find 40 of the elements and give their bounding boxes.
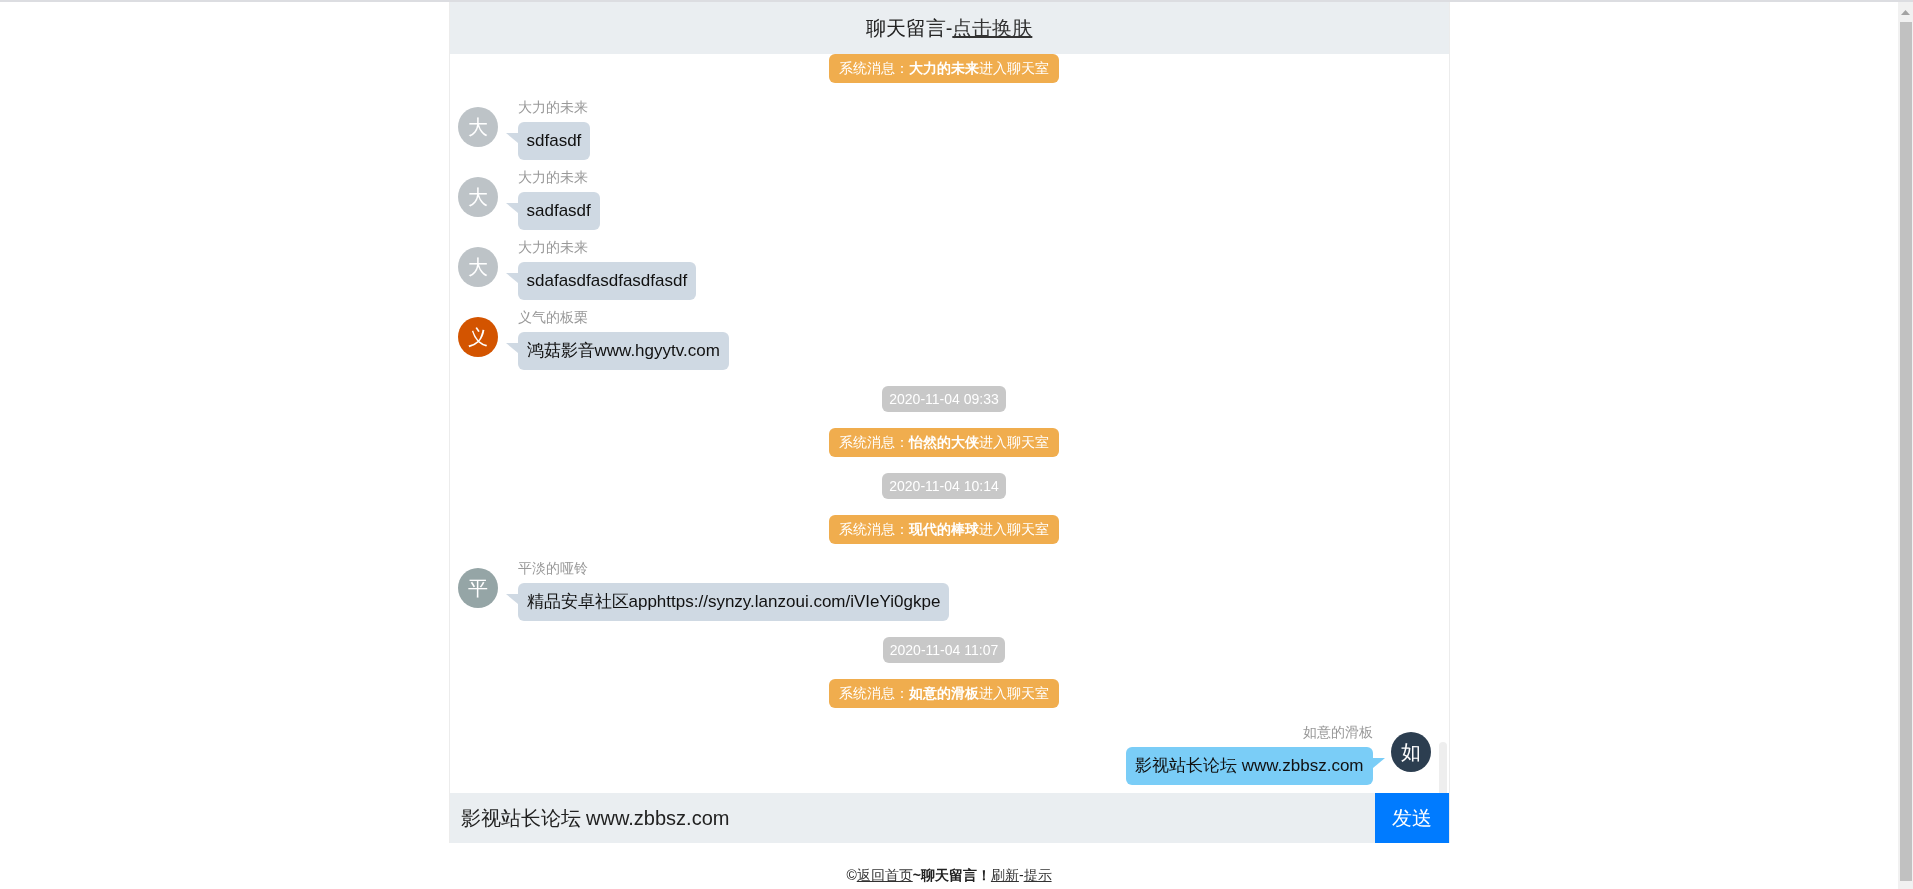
sender-name: 大力的未来	[517, 169, 588, 186]
bubble-tail-icon	[505, 343, 518, 353]
user-avatar: 大	[457, 177, 498, 217]
user-avatar: 大	[457, 247, 498, 287]
footer-link[interactable]: 提示	[1023, 867, 1052, 883]
message-input[interactable]: 影视站长论坛 www.zbbsz.com	[449, 793, 1375, 843]
message-bubble: sadfasdf	[517, 192, 600, 230]
message-bubble: 影视站长论坛 www.zbbsz.com	[1125, 747, 1373, 785]
bubble-tail-icon	[505, 133, 518, 143]
footer-link[interactable]: 刷新	[990, 867, 1019, 883]
bubble-tail-icon	[505, 594, 518, 604]
skin-link[interactable]: 点击换肤	[952, 16, 1033, 39]
system-message: 系统消息：大力的未来进入聊天室	[829, 54, 1059, 83]
sender-name: 平淡的哑铃	[517, 560, 588, 577]
user-avatar: 平	[457, 568, 498, 608]
user-avatar: 义	[457, 317, 498, 357]
header-title: 聊天留言-点击换肤	[865, 15, 1033, 41]
sender-name: 大力的未来	[517, 239, 588, 256]
bubble-tail-icon	[505, 203, 518, 213]
chat-scrollbar[interactable]	[1438, 742, 1447, 793]
bubble-tail-icon	[505, 273, 518, 283]
system-message: 系统消息：现代的棒球进入聊天室	[829, 515, 1059, 544]
sender-name: 大力的未来	[517, 99, 588, 116]
page-scrollbar[interactable]	[1898, 2, 1913, 889]
message-bubble: sdafasdfasdfasdfasdf	[517, 262, 697, 300]
footer-text: ©返回首页~聊天留言！刷新-提示	[846, 866, 1052, 885]
user-avatar: 如	[1390, 732, 1431, 772]
scrollbar-thumb[interactable]	[1899, 22, 1912, 881]
message-bubble: 精品安卓社区apphttps://synzy.lanzoui.com/iVIeYi0gkpe	[517, 583, 950, 621]
sender-name: 义气的板栗	[517, 309, 588, 326]
system-message: 系统消息：如意的滑板进入聊天室	[829, 679, 1059, 708]
message-bubble: 鸿菇影音www.hgyytv.com	[517, 332, 729, 370]
send-button[interactable]: 发送	[1374, 793, 1449, 843]
footer-link[interactable]: 返回首页	[856, 867, 913, 883]
user-avatar: 大	[457, 107, 498, 147]
scroll-up-arrow-icon[interactable]	[1901, 10, 1910, 15]
bubble-tail-icon	[1372, 758, 1385, 768]
sender-name: 如意的滑板	[1302, 724, 1373, 741]
system-message: 系统消息：怡然的大侠进入聊天室	[829, 428, 1059, 457]
message-bubble: sdfasdf	[517, 122, 591, 160]
